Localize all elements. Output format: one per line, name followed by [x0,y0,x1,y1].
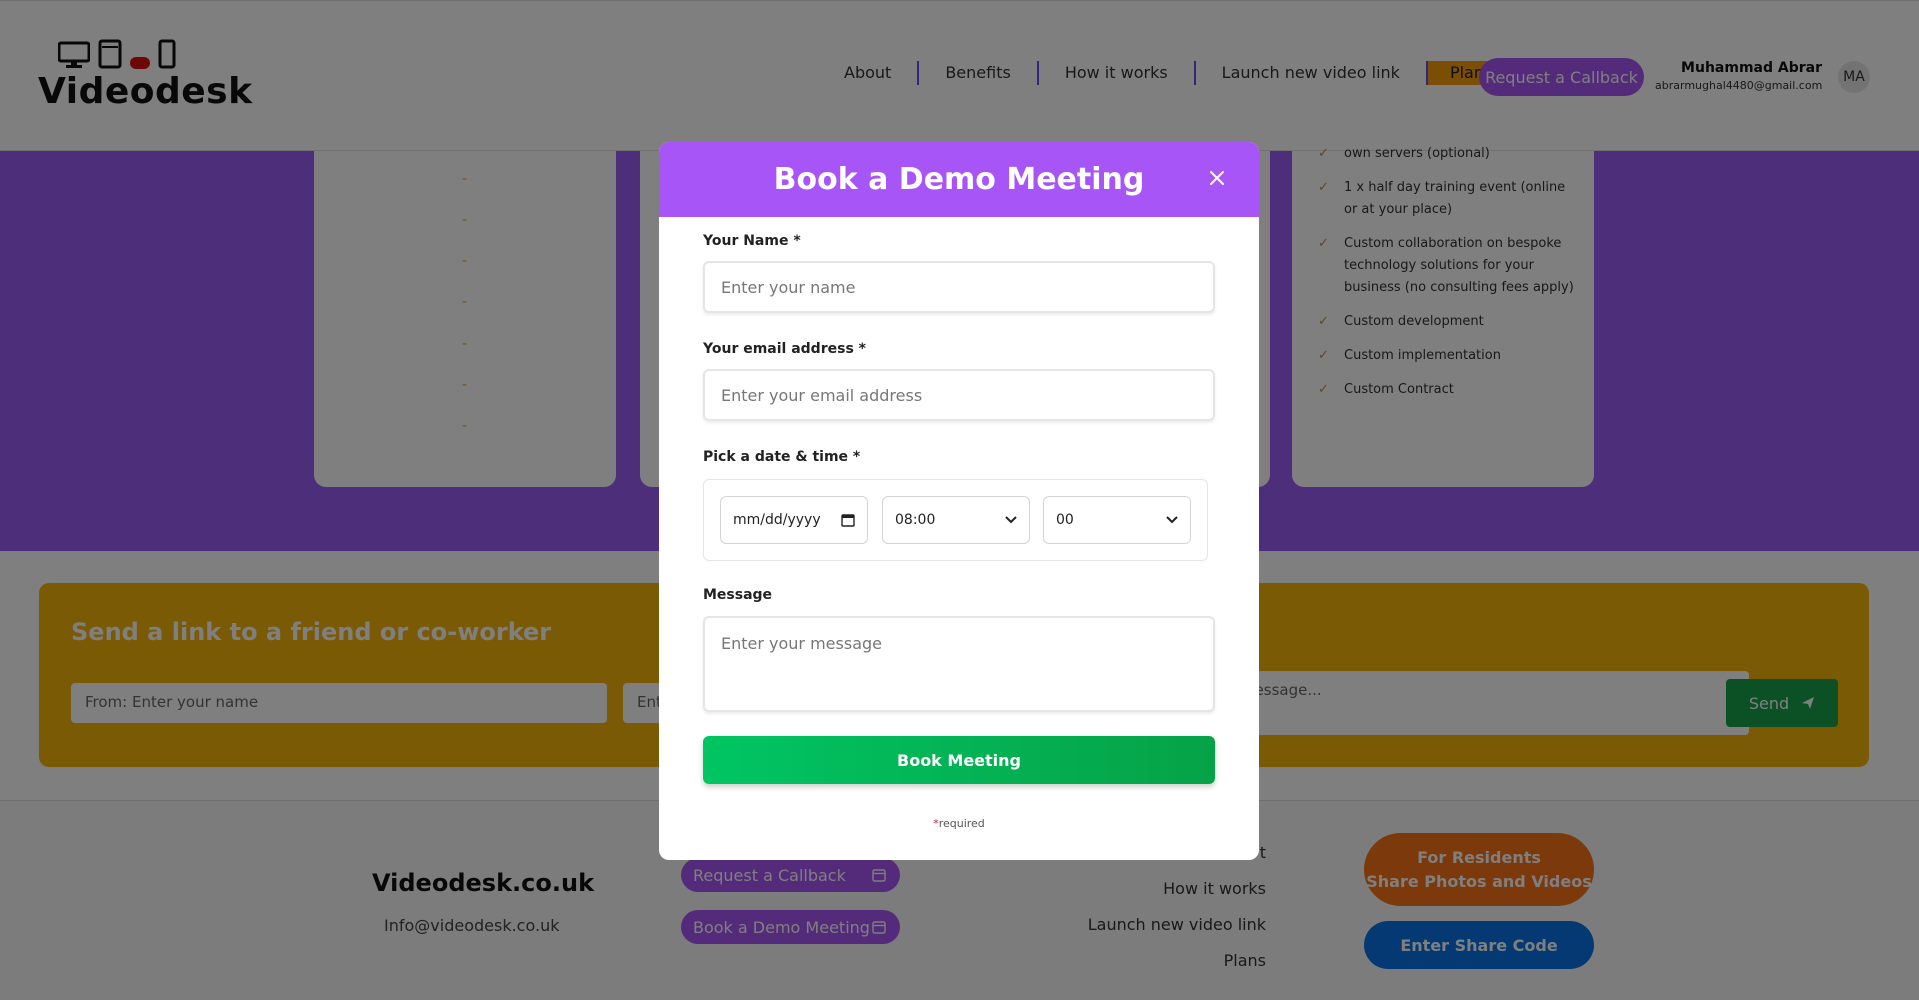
message-label: Message [703,587,773,603]
calendar-icon[interactable] [841,513,855,527]
date-time-label: Pick a date & time * [703,449,861,465]
date-time-group: mm/dd/yyyy 08:00 00 [703,479,1208,561]
name-label: Your Name * [703,233,801,249]
chevron-down-icon [1166,516,1178,524]
close-icon[interactable] [1205,166,1229,190]
message-textarea[interactable]: Enter your message [703,616,1215,712]
modal-title: Book a Demo Meeting [773,162,1145,197]
date-input[interactable]: mm/dd/yyyy [720,496,868,544]
hour-select[interactable]: 08:00 [882,496,1030,544]
email-label: Your email address * [703,341,866,357]
chevron-down-icon [1005,516,1017,524]
minute-select[interactable]: 00 [1043,496,1191,544]
name-input[interactable]: Enter your name [703,261,1215,313]
book-meeting-button[interactable]: Book Meeting [703,736,1215,784]
book-demo-modal: Book a Demo Meeting Your Name * Enter yo… [659,142,1259,860]
required-note: *required [933,817,985,830]
email-input[interactable]: Enter your email address [703,369,1215,421]
modal-header: Book a Demo Meeting [659,142,1259,217]
